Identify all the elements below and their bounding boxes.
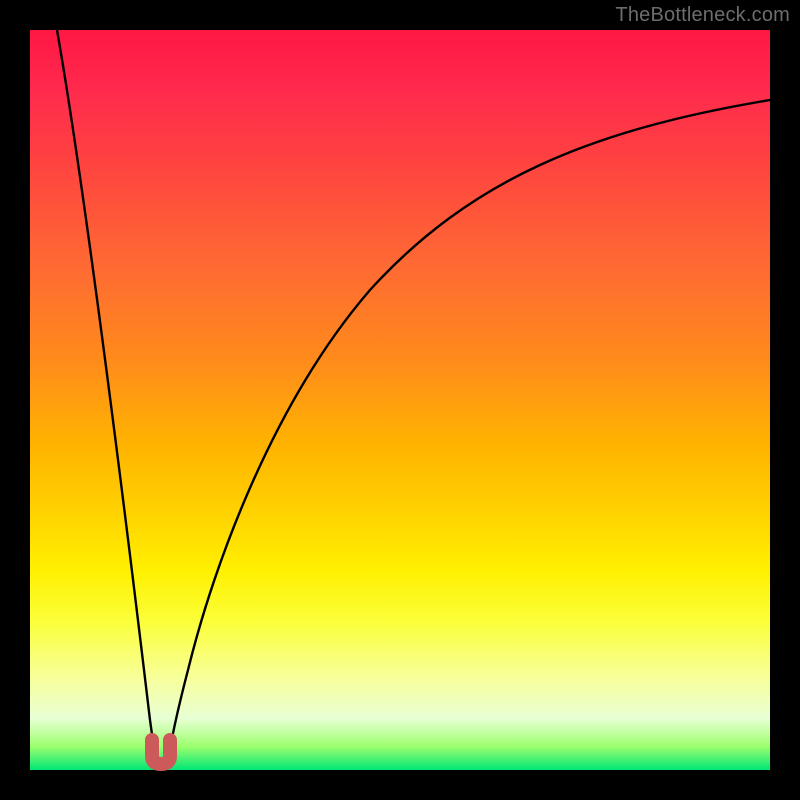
- watermark-text: TheBottleneck.com: [615, 4, 790, 27]
- curve-left-branch: [57, 30, 156, 764]
- chart-frame: TheBottleneck.com: [0, 0, 800, 800]
- minimum-marker: [152, 740, 170, 764]
- curve-layer: [30, 30, 770, 770]
- curve-right-branch: [168, 100, 770, 764]
- plot-area: [30, 30, 770, 770]
